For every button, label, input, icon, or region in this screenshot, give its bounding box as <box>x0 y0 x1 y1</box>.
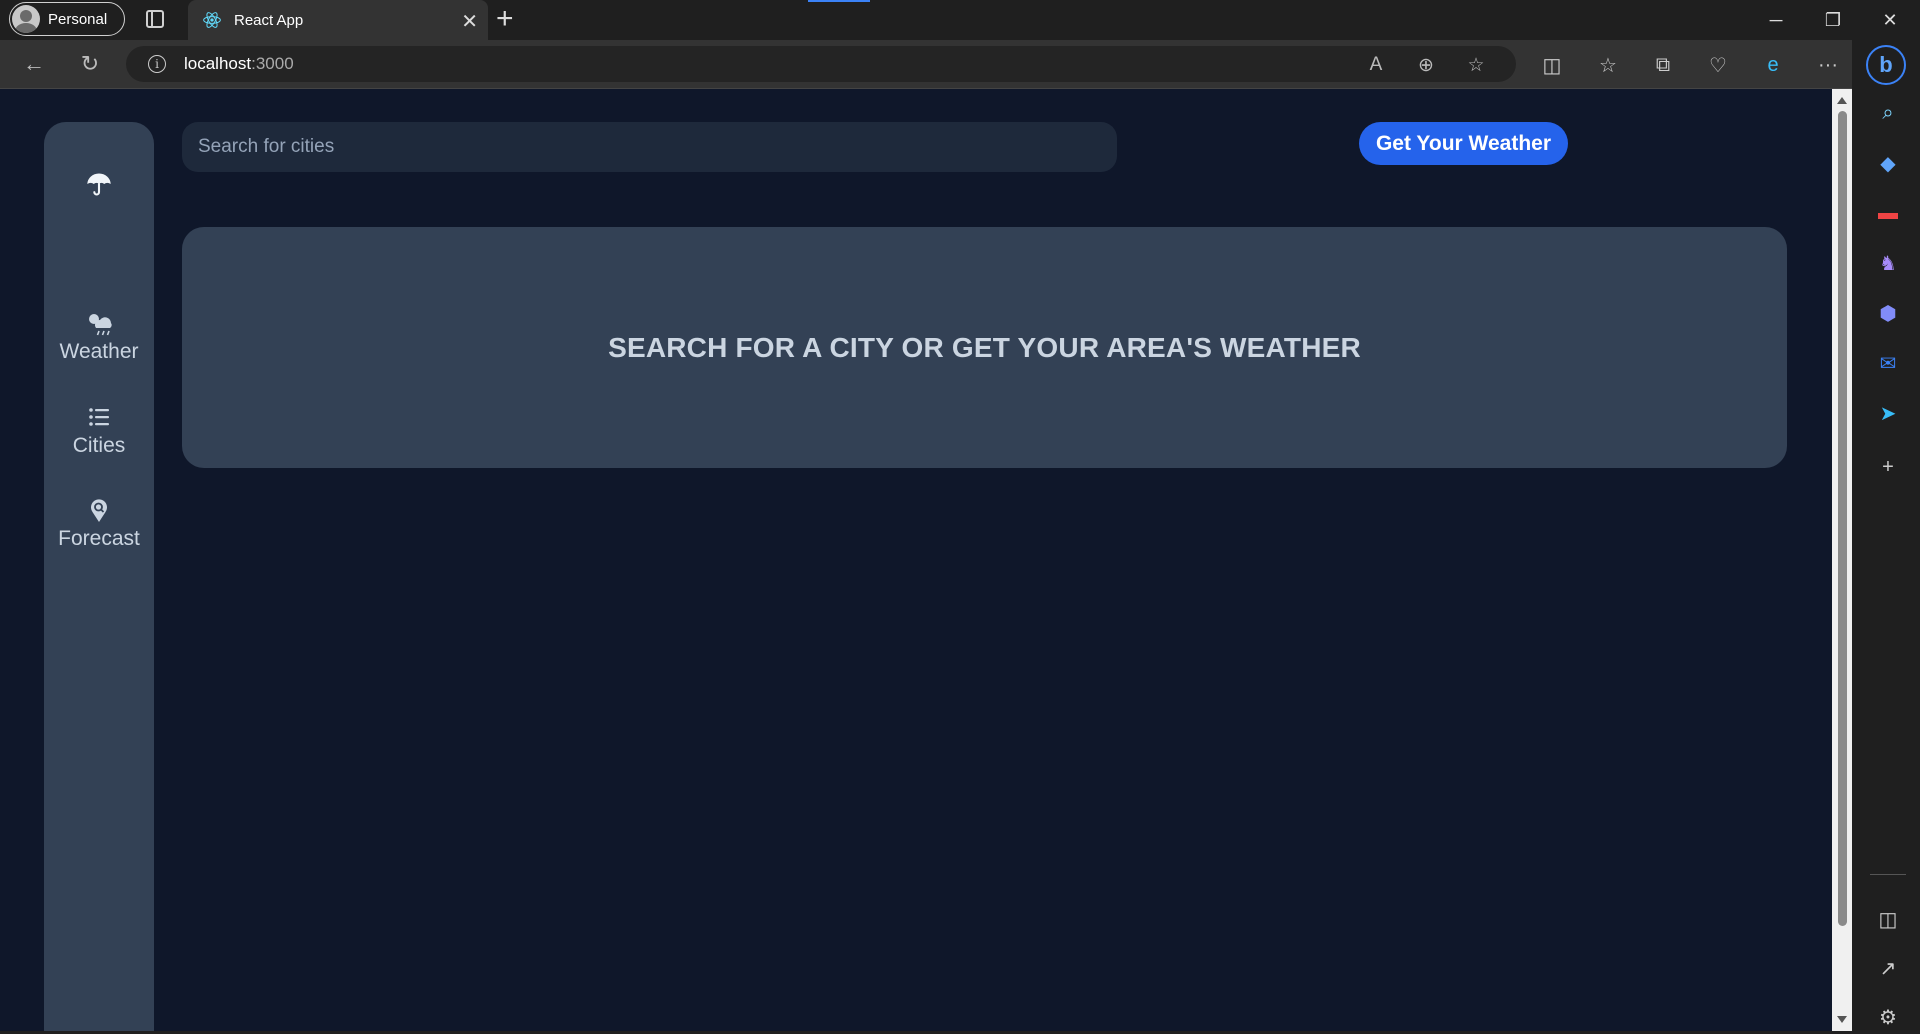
close-tab-icon[interactable]: ✕ <box>461 9 478 34</box>
nav-label-weather: Weather <box>59 340 139 363</box>
restore-button[interactable]: ❐ <box>1803 0 1863 40</box>
split-screen-icon[interactable]: ◫ <box>1537 50 1567 80</box>
edge-extension-icon[interactable]: e <box>1758 50 1788 80</box>
hide-sidebar-icon[interactable]: ◫ <box>1871 902 1905 936</box>
map-search-icon <box>91 499 107 522</box>
empty-state-card: SEARCH FOR A CITY OR GET YOUR AREA'S WEA… <box>182 227 1787 468</box>
url-port: :3000 <box>251 54 294 73</box>
games-icon[interactable]: ♞ <box>1871 246 1905 280</box>
search-icon[interactable]: ⌕ <box>1871 96 1905 130</box>
browser-toolbar: ← ↻ i localhost:3000 A ⊕ ☆ ◫ ☆ ⧉ ♡ e ··· <box>0 40 1920 89</box>
browser-titlebar: Personal React App ✕ + ─ ❐ ✕ <box>0 0 1920 40</box>
profile-button[interactable]: Personal <box>9 2 125 36</box>
tab-indicator <box>808 0 870 2</box>
back-button[interactable]: ← <box>18 48 50 80</box>
react-logo-icon <box>203 12 221 28</box>
microsoft-365-icon[interactable]: ⬢ <box>1871 296 1905 330</box>
refresh-button[interactable]: ↻ <box>74 48 106 80</box>
read-aloud-icon[interactable]: A <box>1361 50 1391 80</box>
tab-title: React App <box>234 11 304 29</box>
list-icon <box>89 408 109 426</box>
sidebar-divider <box>1870 874 1906 875</box>
avatar-icon <box>12 5 40 33</box>
address-bar[interactable]: i localhost:3000 A ⊕ ☆ <box>126 46 1516 82</box>
cloud-sun-rain-icon <box>89 314 112 336</box>
city-search-input[interactable] <box>182 122 1117 172</box>
add-sidebar-app-icon[interactable]: + <box>1871 450 1905 484</box>
profile-label: Personal <box>48 10 108 28</box>
tools-toolbox-icon[interactable]: ▬ <box>1871 196 1905 230</box>
nav-forecast[interactable]: Forecast <box>44 497 154 551</box>
close-window-button[interactable]: ✕ <box>1860 0 1920 40</box>
collections-icon[interactable]: ⧉ <box>1648 50 1678 80</box>
favorite-star-icon[interactable]: ☆ <box>1461 50 1491 80</box>
url-host: localhost <box>184 54 252 73</box>
scroll-down-icon[interactable] <box>1837 1016 1847 1023</box>
tab-actions-icon[interactable] <box>146 10 164 28</box>
open-external-icon[interactable]: ↗ <box>1871 951 1905 985</box>
site-info-icon[interactable]: i <box>148 55 166 73</box>
settings-gear-icon[interactable]: ⚙ <box>1871 1000 1905 1034</box>
nav-weather[interactable]: Weather <box>44 310 154 364</box>
get-your-weather-button[interactable]: Get Your Weather <box>1359 122 1568 165</box>
nav-label-cities: Cities <box>72 434 126 457</box>
outlook-icon[interactable]: ✉ <box>1871 346 1905 380</box>
empty-state-message: SEARCH FOR A CITY OR GET YOUR AREA'S WEA… <box>608 331 1361 363</box>
bing-copilot-icon[interactable]: b <box>1866 45 1906 85</box>
edge-sidebar: b ⌕ ◆ ▬ ♞ ⬢ ✉ ➤ + ◫ ↗ ⚙ <box>1852 40 1920 1031</box>
nav-cities[interactable]: Cities <box>44 404 154 458</box>
minimize-button[interactable]: ─ <box>1746 0 1806 40</box>
shopping-tag-icon[interactable]: ◆ <box>1871 146 1905 180</box>
nav-label-forecast: Forecast <box>58 527 140 550</box>
new-tab-button[interactable]: + <box>496 2 514 36</box>
tab-react-app[interactable]: React App ✕ <box>188 0 488 40</box>
more-menu-icon[interactable]: ··· <box>1813 50 1843 80</box>
app-sidebar: Weather Cities Forecast <box>44 122 154 1031</box>
zoom-icon[interactable]: ⊕ <box>1411 50 1441 80</box>
favorites-icon[interactable]: ☆ <box>1593 50 1623 80</box>
drop-send-icon[interactable]: ➤ <box>1871 396 1905 430</box>
umbrella-icon <box>87 173 111 196</box>
page-scrollbar[interactable] <box>1832 89 1852 1031</box>
scroll-up-icon[interactable] <box>1837 97 1847 104</box>
scroll-thumb[interactable] <box>1838 111 1847 926</box>
page-content: Weather Cities Forecast Get Your Weather… <box>0 89 1832 1031</box>
browser-essentials-icon[interactable]: ♡ <box>1703 50 1733 80</box>
